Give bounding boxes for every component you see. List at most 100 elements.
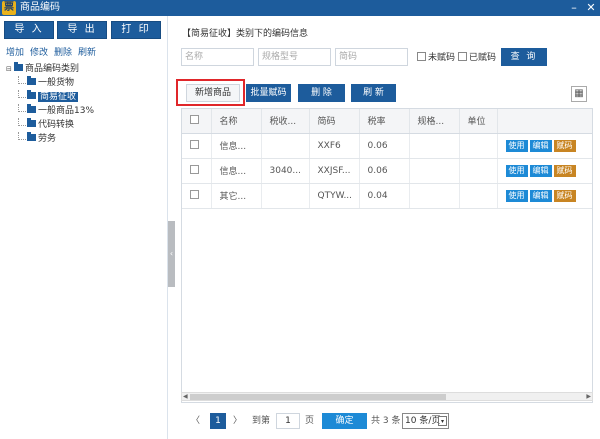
header-short-code[interactable]: 简码 bbox=[309, 109, 360, 134]
refresh-category-link[interactable]: 刷新 bbox=[78, 48, 96, 58]
code-info-panel: 【简易征收】类别下的编码信息 名称 规格型号 简码 未赋码 已赋码 查 询 新增… bbox=[175, 16, 600, 439]
export-button[interactable]: 导 出 bbox=[57, 21, 107, 39]
assign-code-button[interactable]: 赋码 bbox=[553, 139, 576, 152]
code-table: 名称 税收... 简码 税率 规格... 单位 信息... XXF6 0.06 bbox=[181, 108, 593, 403]
cell-spec bbox=[409, 183, 460, 209]
row-checkbox[interactable] bbox=[190, 139, 199, 149]
goto-label: 到第 bbox=[252, 416, 271, 426]
goto-page-input[interactable]: 1 bbox=[276, 413, 300, 429]
edit-button[interactable]: 编辑 bbox=[529, 189, 552, 202]
header-tax-rate[interactable]: 税率 bbox=[359, 109, 410, 134]
cell-tax-rate: 0.04 bbox=[359, 183, 410, 209]
tree-item-services[interactable]: 劳务 bbox=[18, 132, 94, 146]
collapse-toggle-icon[interactable]: ⊟ bbox=[6, 62, 14, 76]
cell-tax-rate: 0.06 bbox=[359, 133, 410, 159]
tree-item-label: 简易征收 bbox=[38, 92, 79, 102]
next-page-icon[interactable]: 〉 bbox=[233, 413, 242, 429]
cell-short-code: XXF6 bbox=[309, 133, 360, 159]
edit-button[interactable]: 编辑 bbox=[529, 139, 552, 152]
table-header-row: 名称 税收... 简码 税率 规格... 单位 bbox=[182, 109, 592, 134]
cell-name: 信息... bbox=[211, 158, 262, 184]
cell-short-code: XXJSF... bbox=[309, 158, 360, 184]
batch-assign-button[interactable]: 批量赋码 bbox=[246, 84, 291, 102]
add-category-link[interactable]: 增加 bbox=[6, 48, 24, 58]
edit-button[interactable]: 编辑 bbox=[529, 164, 552, 177]
table-row[interactable]: 信息... 3040... XXJSF... 0.06 使用 编辑 赋码 bbox=[182, 158, 592, 184]
cell-short-code: QTYW... bbox=[309, 183, 360, 209]
close-button[interactable]: ✕ bbox=[584, 0, 598, 16]
folder-icon bbox=[27, 118, 36, 127]
total-count: 共 3 条 bbox=[371, 416, 401, 426]
header-select-all[interactable] bbox=[182, 109, 212, 134]
table-row[interactable]: 信息... XXF6 0.06 使用 编辑 赋码 bbox=[182, 133, 592, 159]
tree-item-label: 一般货物 bbox=[38, 78, 75, 88]
column-settings-icon[interactable]: ▦ bbox=[571, 86, 587, 102]
tree-item-label: 一般商品13% bbox=[38, 106, 95, 116]
name-search-input[interactable]: 名称 bbox=[181, 48, 254, 66]
assign-code-button[interactable]: 赋码 bbox=[553, 164, 576, 177]
coded-checkbox[interactable] bbox=[458, 52, 467, 61]
folder-icon bbox=[27, 76, 36, 85]
category-panel: 导 入 导 出 打 印 增加 修改 删除 刷新 ⊟ 商品编码类别 一般货物 简易征收 一… bbox=[0, 16, 168, 439]
cell-name: 信息... bbox=[211, 133, 262, 159]
tree-item-general-goods[interactable]: 一般货物 bbox=[18, 76, 94, 90]
row-checkbox[interactable] bbox=[190, 189, 199, 199]
use-button[interactable]: 使用 bbox=[505, 164, 528, 177]
window-title: 商品编码 bbox=[20, 2, 60, 13]
cell-tax-rate: 0.06 bbox=[359, 158, 410, 184]
row-checkbox[interactable] bbox=[190, 164, 199, 174]
select-all-checkbox[interactable] bbox=[190, 114, 199, 124]
use-button[interactable]: 使用 bbox=[505, 139, 528, 152]
delete-category-link[interactable]: 删除 bbox=[54, 48, 72, 58]
import-button[interactable]: 导 入 bbox=[4, 21, 54, 39]
cell-tax-code bbox=[261, 183, 310, 209]
page-size-select[interactable]: 10 条/页 ▾ bbox=[402, 413, 449, 429]
edit-category-link[interactable]: 修改 bbox=[30, 48, 48, 58]
tree-root[interactable]: ⊟ 商品编码类别 bbox=[6, 62, 94, 76]
dropdown-icon[interactable]: ▾ bbox=[438, 416, 447, 426]
scroll-left-icon[interactable]: ◀ bbox=[183, 393, 188, 401]
tree-item-label: 代码转换 bbox=[38, 120, 75, 130]
tree-item-general-13[interactable]: 一般商品13% bbox=[18, 104, 95, 118]
scroll-thumb[interactable] bbox=[190, 394, 446, 400]
section-title: 【简易征收】类别下的编码信息 bbox=[182, 29, 309, 39]
category-actions: 增加 修改 删除 刷新 bbox=[6, 45, 102, 58]
refresh-button[interactable]: 刷 新 bbox=[351, 84, 396, 102]
confirm-button[interactable]: 确定 bbox=[322, 413, 367, 429]
table-row[interactable]: 其它... QTYW... 0.04 使用 编辑 赋码 bbox=[182, 183, 592, 209]
scroll-right-icon[interactable]: ▶ bbox=[586, 393, 591, 401]
uncoded-label: 未赋码 bbox=[428, 53, 456, 63]
header-name[interactable]: 名称 bbox=[211, 109, 262, 134]
coded-label: 已赋码 bbox=[469, 53, 497, 63]
query-button[interactable]: 查 询 bbox=[501, 48, 547, 66]
cell-unit bbox=[459, 133, 498, 159]
cell-unit bbox=[459, 158, 498, 184]
print-button[interactable]: 打 印 bbox=[111, 21, 161, 39]
app-logo: 票 bbox=[2, 1, 16, 15]
folder-icon bbox=[14, 62, 23, 71]
header-unit[interactable]: 单位 bbox=[459, 109, 498, 134]
code-search-input[interactable]: 简码 bbox=[335, 48, 408, 66]
folder-icon bbox=[27, 90, 36, 99]
horizontal-scrollbar[interactable]: ◀ ▶ bbox=[181, 392, 593, 401]
use-button[interactable]: 使用 bbox=[505, 189, 528, 202]
tree-item-simple-levy[interactable]: 简易征收 bbox=[18, 90, 94, 104]
spec-search-input[interactable]: 规格型号 bbox=[258, 48, 331, 66]
tree-item-code-conversion[interactable]: 代码转换 bbox=[18, 118, 94, 132]
category-tree: ⊟ 商品编码类别 一般货物 简易征收 一般商品13% 代码转换 劳务 bbox=[6, 62, 94, 146]
folder-icon bbox=[27, 104, 36, 113]
panel-splitter[interactable]: ‹ bbox=[168, 221, 175, 287]
cell-tax-code: 3040... bbox=[261, 158, 310, 184]
assign-code-button[interactable]: 赋码 bbox=[553, 189, 576, 202]
delete-button[interactable]: 删 除 bbox=[298, 84, 345, 102]
cell-unit bbox=[459, 183, 498, 209]
tree-root-label: 商品编码类别 bbox=[25, 64, 80, 74]
minimize-button[interactable]: – bbox=[567, 0, 581, 16]
cell-spec bbox=[409, 133, 460, 159]
current-page[interactable]: 1 bbox=[210, 413, 226, 429]
uncoded-checkbox[interactable] bbox=[417, 52, 426, 61]
cell-tax-code bbox=[261, 133, 310, 159]
header-spec[interactable]: 规格... bbox=[409, 109, 460, 134]
header-tax-code[interactable]: 税收... bbox=[261, 109, 310, 134]
prev-page-icon[interactable]: 〈 bbox=[191, 413, 200, 429]
